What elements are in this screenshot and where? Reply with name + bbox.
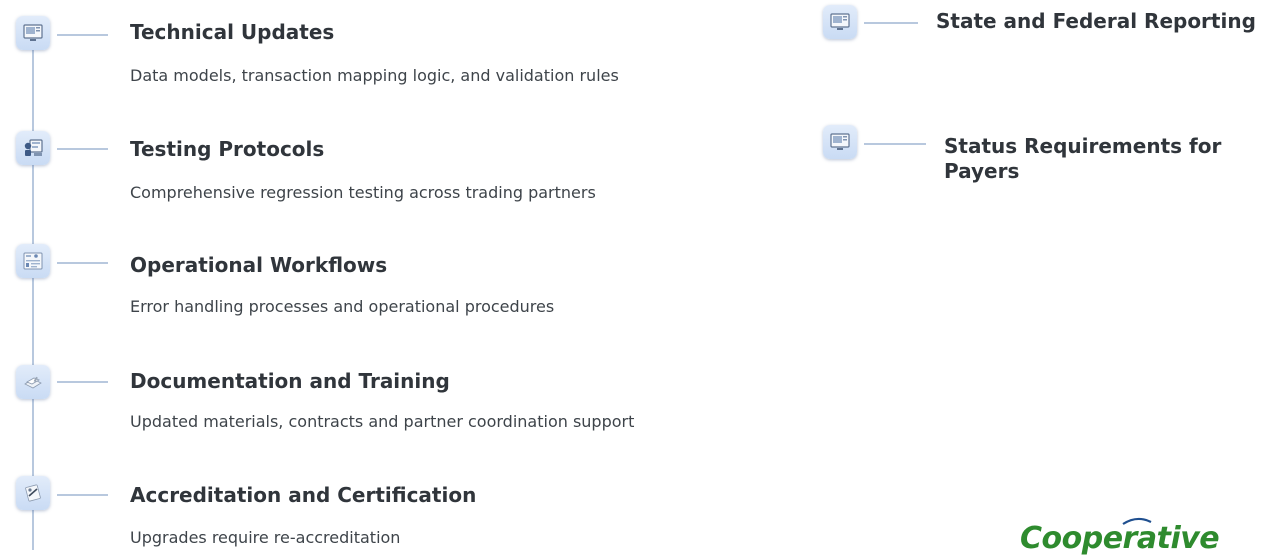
item-title-accreditation-and-certification: Accreditation and Certification [130,483,477,507]
workflow-icon [16,244,50,278]
documents-icon [16,365,50,399]
item-title-state-and-federal-reporting: State and Federal Reporting [936,9,1256,33]
item-description-testing-protocols: Comprehensive regression testing across … [130,183,596,202]
item-description-accreditation-and-certification: Upgrades require re-accreditation [130,528,401,547]
monitor-icon [823,5,857,39]
connector-line [864,143,926,145]
testing-icon [16,131,50,165]
connector-line [57,262,108,264]
connector-line [57,148,108,150]
item-title-status-requirements-for-payers: Status Requirements for Payers [944,134,1222,183]
item-title-operational-workflows: Operational Workflows [130,253,388,277]
connector-line [57,34,108,36]
connector-line [57,494,108,496]
item-description-operational-workflows: Error handling processes and operational… [130,297,555,316]
item-title-testing-protocols: Testing Protocols [130,137,325,161]
item-title-technical-updates: Technical Updates [130,20,335,44]
cooperative-logo: Cooperative [1020,521,1220,556]
certificate-icon [16,476,50,510]
connector-line [57,381,108,383]
item-title-documentation-and-training: Documentation and Training [130,369,450,393]
timeline-line [32,48,34,550]
item-description-documentation-and-training: Updated materials, contracts and partner… [130,412,635,431]
monitor-icon [16,16,50,50]
monitor-icon [823,125,857,159]
connector-line [864,22,918,24]
item-description-technical-updates: Data models, transaction mapping logic, … [130,66,619,85]
